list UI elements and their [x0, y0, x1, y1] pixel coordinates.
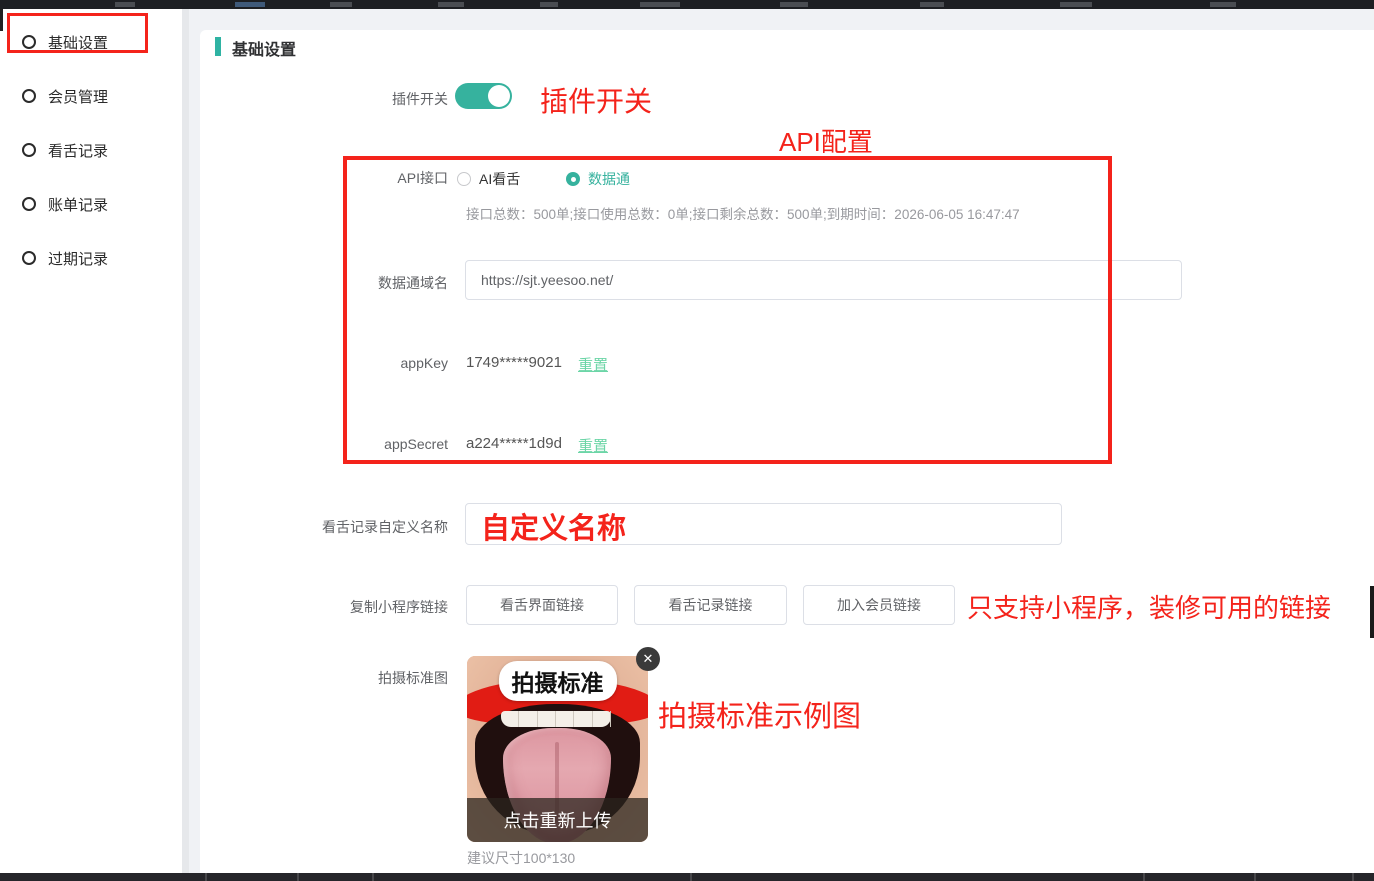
top-strip-fragment	[640, 2, 680, 7]
scrollbar-artifact	[1370, 586, 1374, 638]
sidebar-item-expired-records[interactable]: 过期记录	[0, 245, 182, 271]
photo-teeth	[501, 711, 611, 727]
page-title: 基础设置	[232, 36, 296, 60]
radio-circle-icon	[22, 251, 36, 265]
annotation-standard-image: 拍摄标准示例图	[658, 693, 861, 735]
sidebar-item-label: 看舌记录	[48, 140, 108, 161]
sidebar-item-basic-settings[interactable]: 基础设置	[0, 29, 182, 55]
top-strip-fragment	[920, 2, 944, 7]
appsecret-value: a224*****1d9d	[466, 435, 562, 452]
radio-circle-icon	[22, 35, 36, 49]
copy-links-label: 复制小程序链接	[208, 597, 448, 617]
domain-label: 数据通域名	[208, 273, 448, 293]
toggle-knob	[488, 85, 510, 107]
reupload-overlay[interactable]: 点击重新上传	[467, 798, 648, 842]
radio-option-datatong[interactable]: 数据通	[566, 169, 630, 189]
radio-circle-icon	[22, 143, 36, 157]
radio-option-ai-tongue[interactable]: AI看舌	[457, 169, 520, 189]
top-strip-fragment	[540, 2, 558, 7]
button-label: 看舌界面链接	[500, 595, 584, 615]
tongue-ui-link-button[interactable]: 看舌界面链接	[466, 585, 618, 625]
api-quota-stats: 接口总数：500单;接口使用总数：0单;接口剩余总数：500单;到期时间：202…	[466, 203, 1020, 223]
appsecret-reset-link[interactable]: 重置	[578, 435, 608, 456]
bottom-strip-separator	[690, 873, 692, 881]
sidebar-item-bill-records[interactable]: 账单记录	[0, 191, 182, 217]
annotation-copy-links: 只支持小程序，装修可用的链接	[967, 588, 1331, 625]
appkey-value: 1749*****9021	[466, 354, 562, 371]
bottom-strip-separator	[1352, 873, 1354, 881]
annotation-custom-name: 自定义名称	[481, 505, 626, 547]
plugin-switch-label: 插件开关	[208, 89, 448, 109]
bottom-strip-separator	[1143, 873, 1145, 881]
sidebar-item-label: 过期记录	[48, 248, 108, 269]
annotation-api-config: API配置	[779, 122, 873, 159]
top-strip-fragment	[780, 2, 808, 7]
api-interface-label: API接口	[208, 168, 448, 188]
domain-input[interactable]	[465, 260, 1182, 300]
photo-badge: 拍摄标准	[499, 661, 617, 701]
sidebar: 基础设置 会员管理 看舌记录 账单记录 过期记录	[0, 9, 182, 873]
top-strip-fragment	[1210, 2, 1236, 7]
bottom-strip-separator	[1254, 873, 1256, 881]
cropped-browser-top-strip	[0, 0, 1374, 9]
radio-circle-icon	[22, 89, 36, 103]
appsecret-label: appSecret	[208, 436, 448, 452]
sidebar-item-tongue-records[interactable]: 看舌记录	[0, 137, 182, 163]
bottom-strip-separator	[297, 873, 299, 881]
join-member-link-button[interactable]: 加入会员链接	[803, 585, 955, 625]
top-strip-fragment	[1060, 2, 1092, 7]
annotation-plugin-switch: 插件开关	[540, 80, 652, 120]
sidebar-item-label: 基础设置	[48, 32, 108, 53]
radio-circle-icon	[22, 197, 36, 211]
bottom-strip-separator	[372, 873, 374, 881]
sidebar-item-label: 账单记录	[48, 194, 108, 215]
sidebar-divider	[182, 9, 189, 873]
plugin-switch-toggle[interactable]	[455, 83, 512, 109]
appkey-reset-link[interactable]: 重置	[578, 354, 608, 375]
radio-off-icon	[457, 172, 471, 186]
sidebar-item-member-management[interactable]: 会员管理	[0, 83, 182, 109]
custom-name-label: 看舌记录自定义名称	[208, 517, 448, 537]
tongue-record-link-button[interactable]: 看舌记录链接	[634, 585, 787, 625]
bottom-strip-separator	[205, 873, 207, 881]
button-label: 加入会员链接	[837, 595, 921, 615]
radio-label: AI看舌	[479, 169, 520, 189]
radio-label: 数据通	[588, 169, 630, 189]
image-size-hint: 建议尺寸100*130	[467, 848, 575, 868]
close-icon[interactable]: ✕	[636, 647, 660, 671]
standard-image-upload[interactable]: 拍摄标准 点击重新上传	[467, 656, 648, 842]
section-accent-bar	[215, 37, 221, 56]
cropped-browser-bottom-strip	[0, 873, 1374, 881]
top-strip-fragment	[235, 2, 265, 7]
appkey-label: appKey	[208, 355, 448, 371]
button-label: 看舌记录链接	[669, 595, 753, 615]
radio-on-icon	[566, 172, 580, 186]
top-strip-fragment	[438, 2, 464, 7]
top-strip-fragment	[115, 2, 135, 7]
sidebar-item-label: 会员管理	[48, 86, 108, 107]
standard-image-label: 拍摄标准图	[208, 668, 448, 688]
top-strip-fragment	[330, 2, 352, 7]
cropped-edge-artifact	[0, 9, 3, 31]
